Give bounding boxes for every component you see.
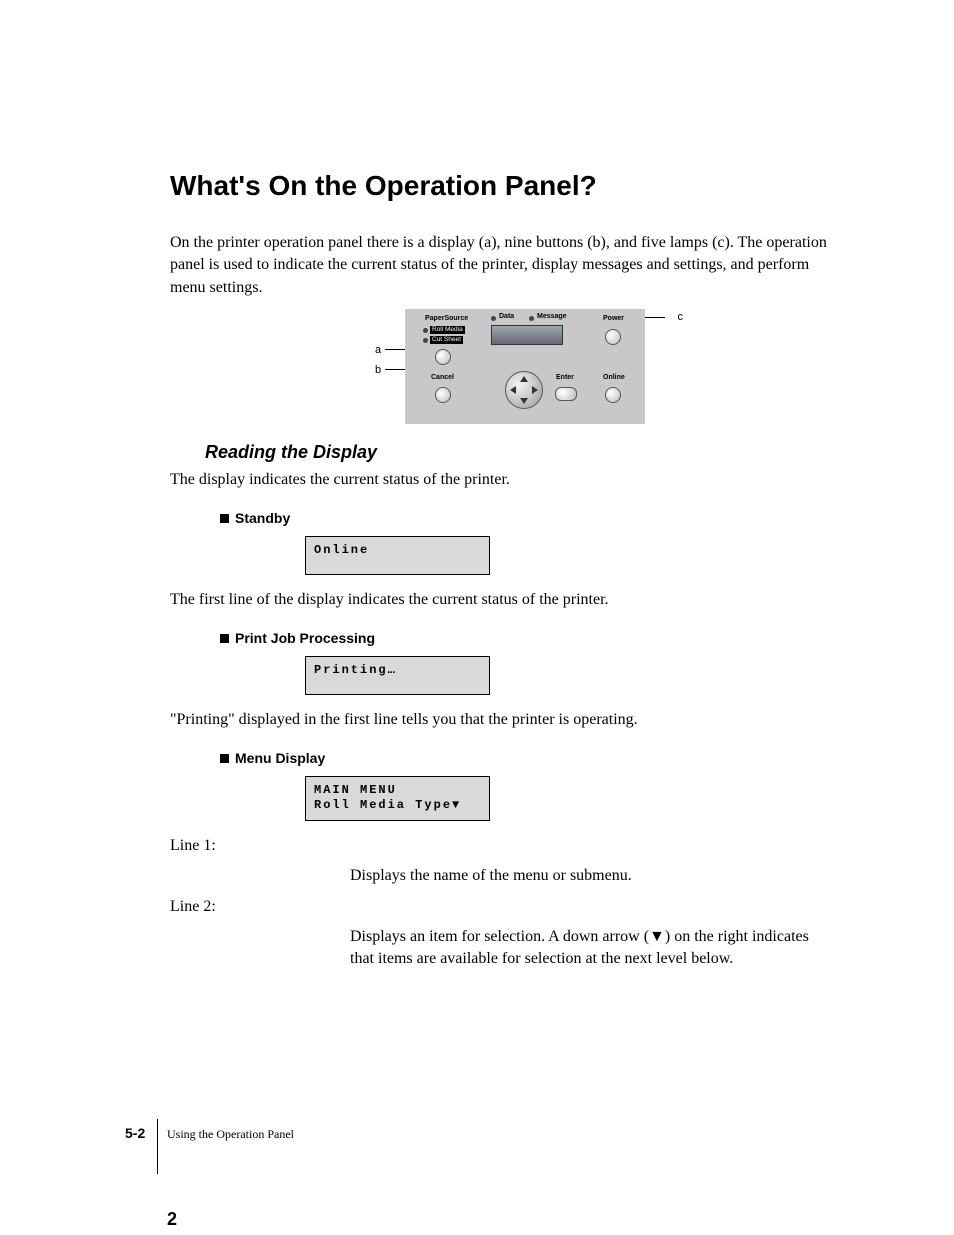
- button-paper-source: [435, 349, 451, 365]
- intro-paragraph: On the printer operation panel there is …: [170, 232, 834, 299]
- standby-desc: The first line of the display indicates …: [170, 589, 834, 611]
- dpad-arrows-icon: [506, 372, 542, 408]
- document-page: What's On the Operation Panel? On the pr…: [0, 0, 954, 1235]
- label-online: Online: [603, 374, 625, 381]
- page-title: What's On the Operation Panel?: [170, 170, 834, 202]
- led-roll-media: [423, 328, 428, 333]
- bullet-square-icon: [220, 634, 229, 643]
- footer-big-number: 2: [167, 1209, 177, 1230]
- line1-desc: Displays the name of the menu or submenu…: [350, 865, 834, 887]
- label-data: Data: [499, 313, 514, 320]
- subhead-standby: Standby: [220, 510, 834, 526]
- dpad: [505, 371, 543, 409]
- button-cancel: [435, 387, 451, 403]
- line2-desc: Displays an item for selection. A down a…: [350, 926, 834, 971]
- label-message: Message: [537, 313, 567, 320]
- lcd-menu: MAIN MENU Roll Media Type▼: [305, 776, 490, 821]
- line1-label: Line 1:: [170, 835, 834, 857]
- processing-desc: "Printing" displayed in the first line t…: [170, 709, 834, 731]
- section-intro: The display indicates the current status…: [170, 469, 834, 491]
- label-paper-source: PaperSource: [425, 315, 468, 322]
- footer-page-number: 5-2: [125, 1125, 145, 1141]
- label-cut-sheet: Cut Sheet: [430, 336, 463, 344]
- led-cut-sheet: [423, 338, 428, 343]
- label-cancel: Cancel: [431, 374, 454, 381]
- callout-a: a: [375, 344, 381, 356]
- lcd-processing: Printing…: [305, 656, 490, 696]
- label-roll-media: Roll Media: [430, 326, 465, 334]
- footer-divider: [157, 1119, 158, 1174]
- label-power: Power: [603, 315, 624, 322]
- footer-chapter: Using the Operation Panel: [167, 1127, 294, 1142]
- panel-lcd-screen: [491, 325, 563, 345]
- led-message: [529, 316, 534, 321]
- panel-box: PaperSource Roll Media Cut Sheet Data Me…: [405, 309, 645, 424]
- button-power: [605, 329, 621, 345]
- button-enter: [555, 387, 577, 401]
- subhead-menu: Menu Display: [220, 750, 834, 766]
- lcd-standby: Online: [305, 536, 490, 576]
- callout-c: c: [678, 311, 684, 323]
- operation-panel-diagram: a b c PaperSource Roll Media Cut Sheet D…: [405, 309, 675, 424]
- bullet-square-icon: [220, 514, 229, 523]
- led-data: [491, 316, 496, 321]
- label-enter: Enter: [556, 374, 574, 381]
- line2-label: Line 2:: [170, 896, 834, 918]
- callout-b: b: [375, 364, 381, 376]
- section-heading: Reading the Display: [205, 442, 834, 463]
- subhead-processing: Print Job Processing: [220, 630, 834, 646]
- bullet-square-icon: [220, 754, 229, 763]
- button-online: [605, 387, 621, 403]
